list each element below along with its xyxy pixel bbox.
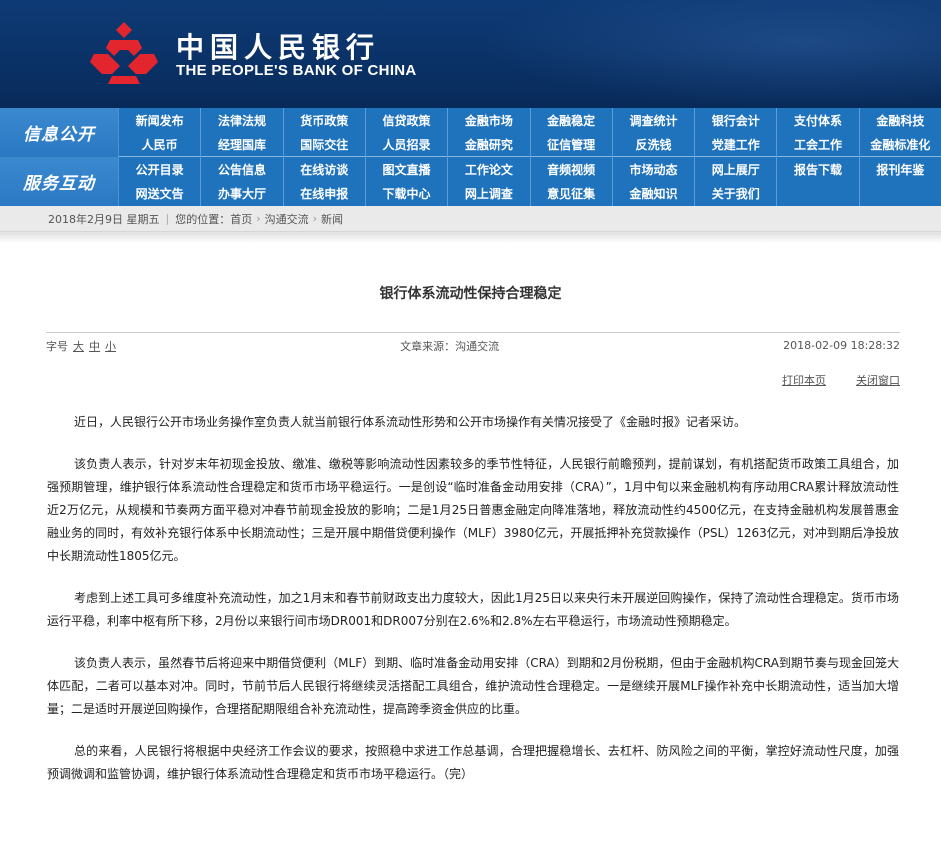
article-source: 文章来源：沟通交流 [400,339,500,353]
article-paragraph: 该负责人表示，针对岁末年初现金投放、缴准、缴税等影响流动性因素较多的季节性特征，… [47,457,899,563]
article-body: 近日，人民银行公开市场业务操作室负责人就当前银行体系流动性形势和公开市场操作有关… [47,411,899,805]
nav-link[interactable]: 征信管理 [529,132,612,157]
breadcrumb-home-link[interactable]: 首页 [230,211,252,227]
nav-link[interactable]: 音频视频 [529,157,612,181]
nav-link[interactable]: 调查统计 [611,108,694,132]
nav-link[interactable]: 国际交往 [282,132,365,157]
article-paragraph: 该负责人表示，虽然春节后将迎来中期借贷便利（MLF）到期、临时准备金动用安排（C… [47,656,899,716]
breadcrumb-arrow-icon: › [312,212,318,225]
banner-decoration [481,0,941,108]
nav-section-service-interaction: 服务互动 公开目录 公告信息 在线访谈 图文直播 工作论文 音频视频 市场动态 网上展厅 报告下… [0,157,941,206]
location-label: 您的位置： [175,212,231,226]
main-navigation: 信息公开 新闻发布 法律法规 货币政策 信贷政策 金融市场 金融稳定 调查统计 银行会计 支付体… [0,108,941,206]
breadcrumb-separator: | [165,212,170,225]
nav-link[interactable]: 市场动态 [611,157,694,181]
nav-link[interactable]: 公开目录 [118,157,200,181]
current-date: 2018年2月9日 星期五 [48,212,160,226]
nav-link[interactable]: 图文直播 [364,157,447,181]
bank-name-english: THE PEOPLE'S BANK OF CHINA [176,62,417,79]
nav-link[interactable]: 信贷政策 [364,108,447,132]
nav-link[interactable]: 党建工作 [694,132,776,157]
nav-link[interactable]: 工作论文 [447,157,529,181]
close-window-link[interactable]: 关闭窗口 [856,372,900,388]
font-size-label: 字号 [46,339,68,353]
nav-section-title: 信息公开 [0,108,118,157]
article-title: 银行体系流动性保持合理稳定 [379,286,562,302]
site-banner: 中国人民银行 THE PEOPLE'S BANK OF CHINA [0,0,941,108]
font-size-medium-link[interactable]: 中 [89,338,100,354]
nav-link[interactable]: 意见征集 [529,181,612,206]
nav-link[interactable]: 金融市场 [447,108,529,132]
breadcrumb-arrow-icon: › [256,212,261,225]
nav-link[interactable]: 支付体系 [776,108,858,132]
nav-section-info-disclosure: 信息公开 新闻发布 法律法规 货币政策 信贷政策 金融市场 金融稳定 调查统计 银行会计 支付体… [0,108,941,157]
nav-link[interactable]: 办事大厅 [200,181,282,206]
nav-link[interactable]: 在线访谈 [282,157,365,181]
nav-link[interactable]: 关于我们 [694,181,776,206]
nav-link[interactable]: 银行会计 [694,108,776,132]
nav-link[interactable]: 金融标准化 [858,132,941,157]
nav-empty-cell [858,181,941,206]
article-paragraph: 近日，人民银行公开市场业务操作室负责人就当前银行体系流动性形势和公开市场操作有关… [74,415,747,429]
nav-link[interactable]: 报刊年鉴 [858,157,941,181]
nav-link[interactable]: 网送文告 [118,181,200,206]
nav-link[interactable]: 金融知识 [611,181,694,206]
nav-link[interactable]: 报告下载 [776,157,858,181]
nav-link[interactable]: 在线申报 [282,181,365,206]
nav-link[interactable]: 金融研究 [447,132,529,157]
nav-links-grid: 新闻发布 法律法规 货币政策 信贷政策 金融市场 金融稳定 调查统计 银行会计 支付体系 金融科技… [118,108,941,157]
article-meta-bar: 字号 大 中 小 文章来源：沟通交流 2018-02-09 18:28:32 [46,332,900,354]
font-size-switcher: 字号 大 中 小 [46,338,116,354]
font-size-small-link[interactable]: 小 [105,338,116,354]
nav-section-title: 服务互动 [0,157,118,206]
article-paragraph: 总的来看，人民银行将根据中央经济工作会议的要求，按照稳中求进工作总基调，合理把握… [47,744,899,781]
nav-links-grid: 公开目录 公告信息 在线访谈 图文直播 工作论文 音频视频 市场动态 网上展厅 报告下载 报刊年鉴… [118,157,941,206]
content-top-strip [0,233,941,243]
nav-link[interactable]: 经理国库 [200,132,282,157]
nav-link[interactable]: 网上展厅 [694,157,776,181]
bank-name-chinese: 中国人民银行 [176,31,381,64]
nav-link[interactable]: 金融科技 [858,108,941,132]
nav-link[interactable]: 货币政策 [282,108,365,132]
nav-link[interactable]: 新闻发布 [118,108,200,132]
font-size-large-link[interactable]: 大 [73,338,84,354]
nav-empty-cell [776,181,858,206]
breadcrumb: 2018年2月9日 星期五 | 您的位置： 首页 › 沟通交流 › 新闻 [0,206,941,232]
nav-link[interactable]: 人民币 [118,132,200,157]
nav-link[interactable]: 人员招录 [364,132,447,157]
nav-link[interactable]: 工会工作 [776,132,858,157]
nav-link[interactable]: 金融稳定 [529,108,612,132]
breadcrumb-news-link[interactable]: 新闻 [321,211,343,227]
breadcrumb-communication-link[interactable]: 沟通交流 [265,211,309,227]
print-page-link[interactable]: 打印本页 [782,372,826,388]
nav-link[interactable]: 公告信息 [200,157,282,181]
nav-link[interactable]: 下载中心 [364,181,447,206]
article-tools: 打印本页 关闭窗口 [782,372,900,388]
article-container: 银行体系流动性保持合理稳定 字号 大 中 小 文章来源：沟通交流 2018-02… [0,233,941,846]
bank-logo-icon[interactable] [88,20,160,86]
article-datetime: 2018-02-09 18:28:32 [783,339,900,352]
article-paragraph: 考虑到上述工具可多维度补充流动性，加之1月末和春节前财政支出力度较大，因此1月2… [47,591,899,628]
nav-link[interactable]: 法律法规 [200,108,282,132]
nav-link[interactable]: 网上调查 [447,181,529,206]
nav-link[interactable]: 反洗钱 [611,132,694,157]
